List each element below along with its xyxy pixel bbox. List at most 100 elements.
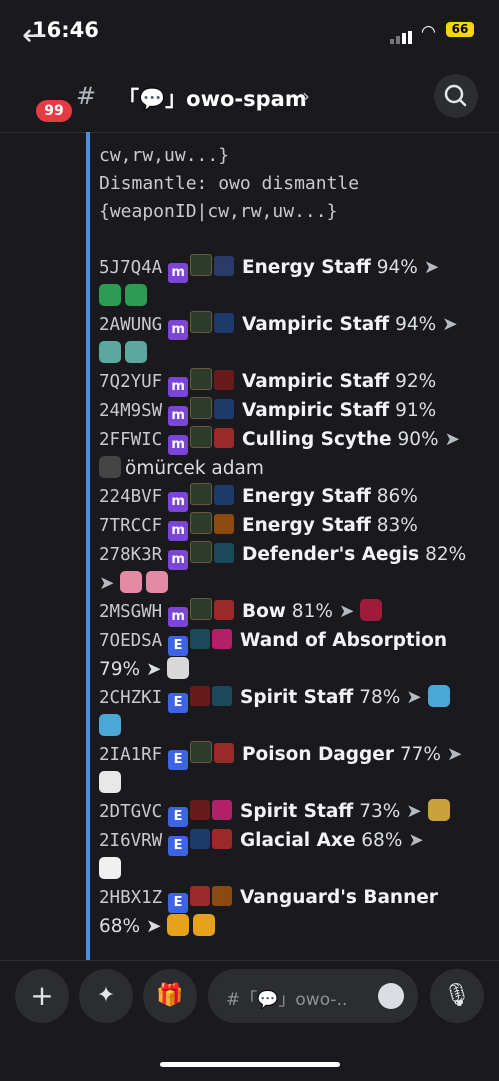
weapon-row: 7TRCCF m Energy Staff 83% [99,512,484,541]
banner-icon [190,886,211,906]
pet-line: ➤ [99,570,484,598]
passive-icon [214,428,235,448]
weapon-id: 7OEDSA [99,631,163,651]
passive-icon [214,514,235,534]
weapon-id: 2MSGWH [99,602,163,622]
weapon-name: Vampiric Staff [242,371,390,392]
arrow-icon: ➤ [338,601,355,622]
weapon-row: 2MSGWH m Bow 81% ➤ [99,598,484,627]
status-bar: 16:46 ◠ 66 [0,0,499,60]
passive-icon [214,485,235,505]
emoji-icon[interactable] [378,983,404,1009]
embed-line: {weaponID|cw,rw,uw...} [99,201,338,222]
weapon-name: Vampiric Staff [242,314,390,335]
arrow-icon: ➤ [406,687,422,708]
quality-icon: E [168,636,189,656]
passive-icon [212,686,233,706]
quality-icon: E [168,893,189,913]
weapon-name: Vanguard's Banner [240,887,438,908]
weapon-id: 2CHZKI [99,688,163,708]
weapon-row: 2AWUNG m Vampiric Staff 94% ➤ [99,311,484,340]
pet-icon [167,657,190,679]
weapon-id: 2FFWIC [99,430,163,450]
ghost-icon [99,857,121,879]
passive-icon [214,543,235,563]
unread-badge: 99 [36,100,72,122]
weapon-name: Spirit Staff [240,687,354,708]
weapon-id: 2IA1RF [99,745,163,765]
wifi-icon: ◠ [421,22,436,42]
staff-icon [190,512,213,534]
plus-icon: + [30,979,54,1012]
passive-icon [214,743,235,763]
weapon-percent: 79% ➤ [99,659,162,680]
apps-button[interactable]: ✦ [79,969,133,1023]
embed-line: cw,rw,uw...} [99,145,230,166]
weapon-percent: 78% [359,687,401,708]
weapon-name: Defender's Aegis [242,544,420,565]
weapon-percent: 73% [359,801,401,822]
pet-line [99,283,484,311]
arrow-icon: ➤ [444,429,460,450]
channel-hash-icon: # [76,82,97,110]
weapon-percent: 86% [376,486,418,507]
quality-icon: E [168,750,189,770]
staff-icon [190,368,213,390]
axe-icon [190,829,211,849]
pet-icon [120,571,143,593]
plus-button[interactable]: + [15,969,69,1023]
pet-line: ömürcek adam [99,455,484,483]
arrow-icon: ➤ [442,314,458,335]
home-indicator [160,1062,340,1067]
quality-icon: m [168,263,189,283]
quality-icon: m [168,521,189,541]
chevron-right-icon[interactable]: › [302,84,310,108]
weapon-name: Vampiric Staff [242,400,390,421]
passive-icon [214,600,235,620]
weapon-percent: 94% [395,314,437,335]
weapon-row: 278K3R m Defender's Aegis 82% [99,541,484,570]
staff-icon [190,311,213,333]
quality-icon: m [168,406,189,426]
weapon-row: 2HBX1Z E Vanguard's Banner [99,884,484,913]
weapon-id: 7TRCCF [99,516,163,536]
pet-line [99,713,484,741]
back-arrow-icon[interactable]: ← [22,18,47,53]
weapon-percent: 68% ➤ [99,916,162,937]
weapon-percent: 90% [397,429,439,450]
battery-icon: 66 [446,22,474,37]
passive-icon [212,800,233,820]
signal-icon [390,25,414,44]
passive-icon [214,256,235,276]
staff-icon [190,686,211,706]
pet-icon [99,341,121,363]
weapon-row: 24M9SW m Vampiric Staff 91% [99,397,484,426]
search-button[interactable] [434,74,478,118]
weapon-row: 224BVF m Energy Staff 86% [99,483,484,512]
pet-name: ömürcek adam [125,458,264,479]
channel-title[interactable]: 「💬」owo-spam [118,83,307,113]
weapon-id: 224BVF [99,487,163,507]
pet-line [99,770,484,798]
weapon-name: Bow [242,601,286,622]
weapon-id: 2I6VRW [99,831,163,851]
pet-icon [125,284,147,306]
weapon-percent: 91% [395,400,437,421]
pet-icon [146,571,169,593]
passive-icon [212,829,233,849]
quality-icon: E [168,807,189,827]
weapon-row: 7Q2YUF m Vampiric Staff 92% [99,368,484,397]
staff-icon [190,800,211,820]
passive-icon [214,370,235,390]
pet-icon [125,341,147,363]
weapon-row: 2DTGVC E Spirit Staff 73% ➤ [99,798,484,827]
mic-button[interactable]: 🎙 [430,969,484,1023]
quality-icon: m [168,607,189,627]
arrow-icon: ➤ [446,744,463,765]
weapon-name: Culling Scythe [242,429,392,450]
pet-icon [99,771,121,793]
gift-button[interactable]: 🎁 [143,969,197,1023]
weapon-id: 2DTGVC [99,802,163,822]
spider-icon [99,456,121,478]
staff-icon [190,254,213,276]
